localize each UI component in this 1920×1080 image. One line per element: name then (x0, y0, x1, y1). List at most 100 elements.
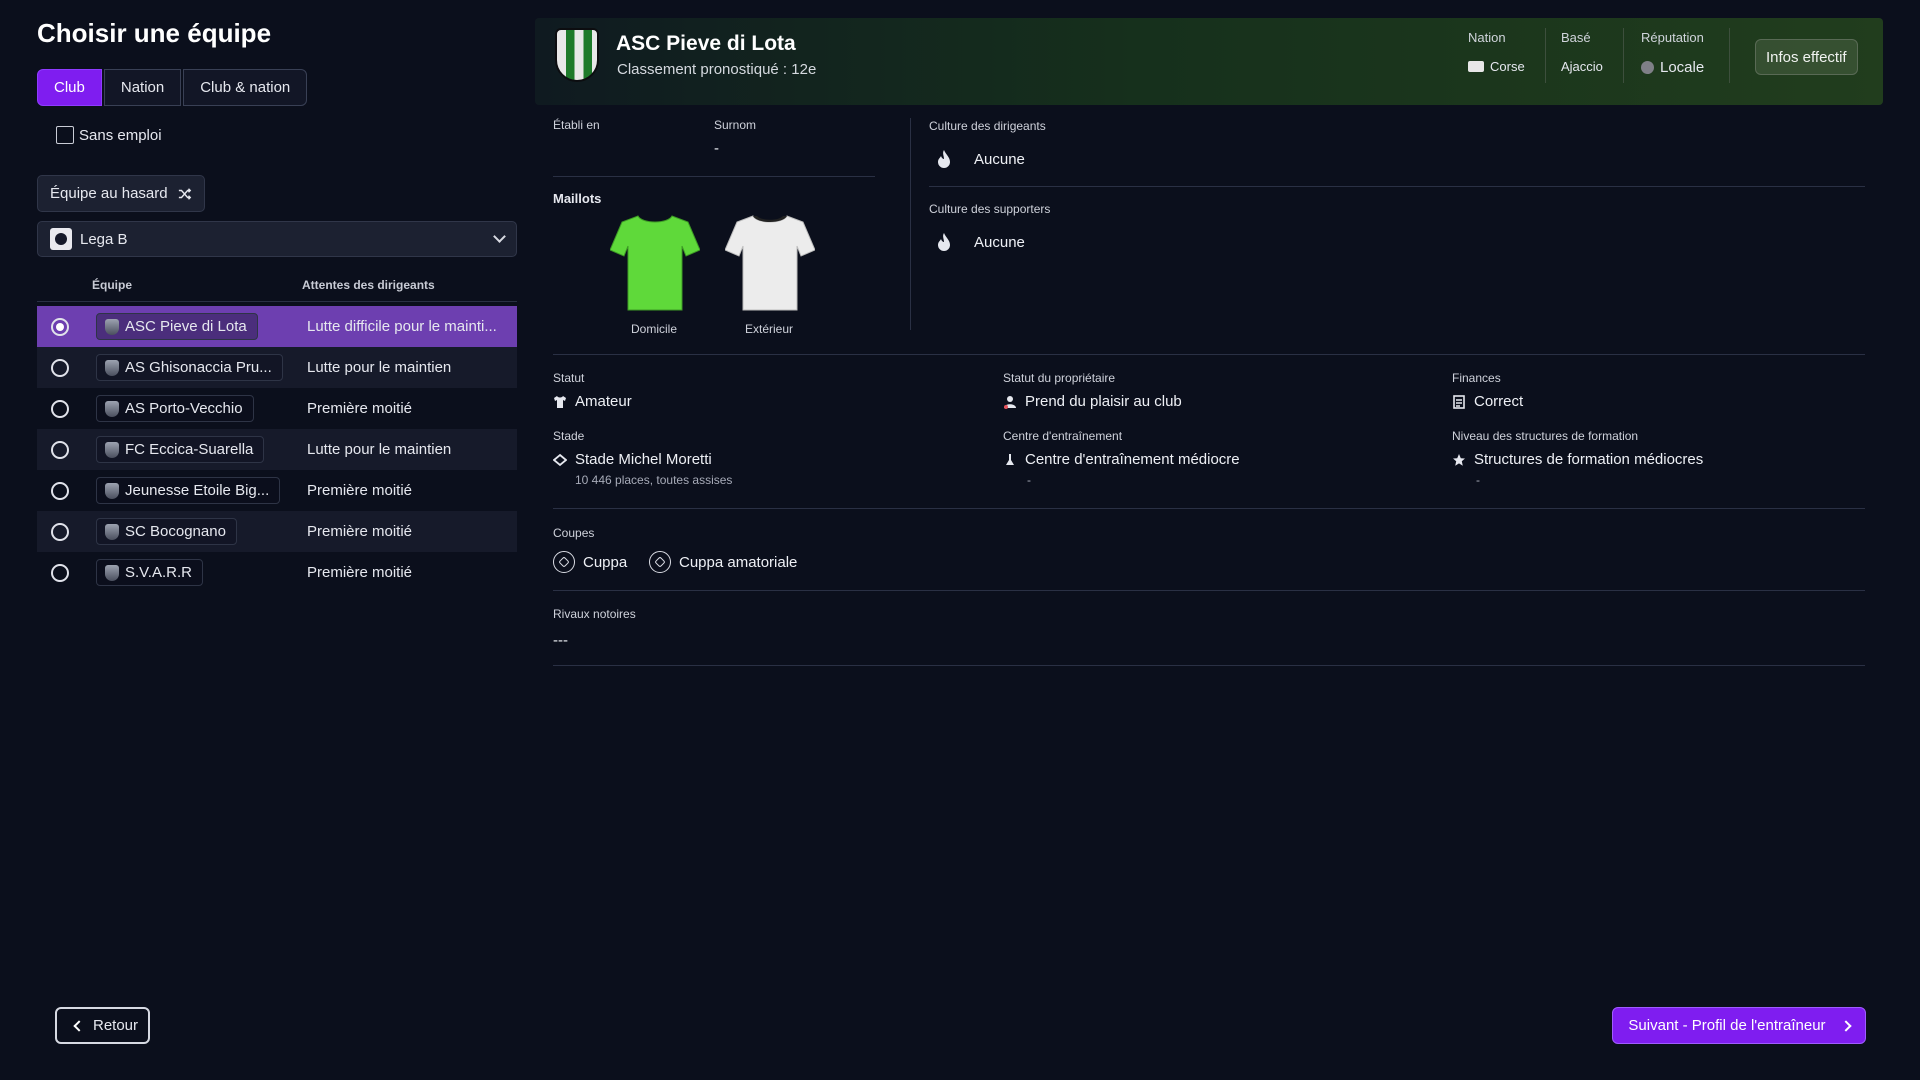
training-icon (1006, 453, 1014, 465)
cups-label: Coupes (553, 526, 595, 540)
team-chip[interactable]: SC Bocognano (96, 518, 237, 545)
fan-culture-label: Culture des supporters (929, 202, 1051, 216)
team-radio[interactable] (51, 522, 69, 541)
team-chip[interactable]: FC Eccica-Suarella (96, 436, 265, 463)
trophy-icon (649, 551, 671, 573)
rivals-label: Rivaux notoires (553, 607, 636, 621)
team-radio[interactable] (51, 563, 69, 582)
person-icon (1004, 395, 1016, 409)
divider (553, 665, 1865, 666)
club-crest-icon (555, 28, 599, 82)
team-chip[interactable]: AS Ghisonaccia Pru... (96, 354, 283, 381)
random-team-button[interactable]: Équipe au hasard (37, 175, 205, 212)
team-chip[interactable]: ASC Pieve di Lota (96, 313, 258, 340)
team-name: Jeunesse Etoile Big... (125, 482, 270, 499)
chevron-left-icon (73, 1019, 85, 1032)
finances-text: Correct (1474, 393, 1524, 410)
away-kit-label: Extérieur (745, 322, 794, 336)
divider (553, 176, 875, 177)
unemployed-option[interactable]: Sans emploi (56, 126, 162, 144)
trophy-icon (553, 551, 575, 573)
table-row[interactable]: Jeunesse Etoile Big... Première moitié (37, 470, 517, 511)
tab-club-and-nation[interactable]: Club & nation (183, 69, 308, 106)
next-label: Suivant - Profil de l'entraîneur (1628, 1017, 1826, 1034)
fan-culture-value: Aucune (936, 232, 1025, 252)
table-row[interactable]: AS Ghisonaccia Pru... Lutte pour le main… (37, 347, 517, 388)
home-kit-icon[interactable] (610, 212, 700, 312)
unemployed-checkbox[interactable] (56, 126, 74, 144)
table-row[interactable]: FC Eccica-Suarella Lutte pour le maintie… (37, 429, 517, 470)
team-list: ASC Pieve di Lota Lutte difficile pour l… (37, 306, 517, 593)
divider (910, 118, 911, 330)
next-coach-profile-button[interactable]: Suivant - Profil de l'entraîneur (1612, 1007, 1866, 1044)
chevron-right-icon (1839, 1019, 1852, 1032)
mode-tabs: Club Nation Club & nation (37, 69, 309, 106)
club-crest-icon (105, 359, 119, 376)
team-name: FC Eccica-Suarella (125, 441, 254, 458)
divider (553, 354, 1865, 355)
youth-text: Structures de formation médiocres (1474, 451, 1704, 468)
team-table-header: Équipe Attentes des dirigeants (37, 276, 517, 302)
board-expectation: Lutte difficile pour le mainti... (307, 318, 497, 335)
shirt-icon (554, 395, 566, 408)
status-value: Amateur (553, 393, 632, 410)
league-selected: Lega B (80, 230, 128, 248)
back-button[interactable]: Retour (55, 1007, 151, 1044)
stadium-value[interactable]: Stade Michel Moretti (553, 451, 712, 468)
cup-name: Cuppa amatoriale (679, 553, 798, 571)
reputation-label: Réputation (1641, 30, 1704, 45)
owner-status-label: Statut du propriétaire (1003, 371, 1116, 385)
team-chip[interactable]: AS Porto-Vecchio (96, 395, 254, 422)
nickname-label: Surnom (714, 118, 757, 132)
team-name: SC Bocognano (125, 523, 226, 540)
column-expectation[interactable]: Attentes des dirigeants (302, 278, 435, 292)
training-sub: - (1027, 473, 1031, 487)
board-expectation: Première moitié (307, 400, 413, 417)
board-culture-value: Aucune (936, 149, 1025, 169)
club-name: ASC Pieve di Lota (616, 32, 796, 55)
board-expectation: Première moitié (307, 564, 413, 581)
team-radio[interactable] (51, 481, 69, 500)
youth-value: Structures de formation médiocres (1452, 451, 1703, 468)
team-radio[interactable] (51, 440, 69, 459)
table-row[interactable]: AS Porto-Vecchio Première moitié (37, 388, 517, 429)
tab-nation[interactable]: Nation (103, 69, 182, 106)
shuffle-icon (178, 187, 191, 200)
divider (553, 508, 1865, 509)
owner-status-value: Prend du plaisir au club (1003, 393, 1182, 410)
flame-icon (938, 150, 950, 168)
based-meta: Basé Ajaccio (1561, 30, 1603, 74)
team-radio[interactable] (51, 399, 69, 418)
stadium-capacity: 10 446 places, toutes assises (575, 473, 733, 487)
rivals-value: --- (553, 632, 568, 649)
based-value: Ajaccio (1561, 59, 1603, 74)
cup-item[interactable]: Cuppa amatoriale (649, 551, 797, 573)
based-label: Basé (1561, 30, 1591, 45)
away-kit-icon[interactable] (725, 212, 815, 312)
column-team[interactable]: Équipe (92, 278, 132, 292)
cup-item[interactable]: Cuppa (553, 551, 627, 573)
nation-meta: Nation Corse (1468, 30, 1525, 74)
table-row[interactable]: ASC Pieve di Lota Lutte difficile pour l… (37, 306, 517, 347)
reputation-meta: Réputation Locale (1641, 30, 1704, 76)
nickname-value: - (714, 140, 719, 157)
team-chip[interactable]: S.V.A.R.R (96, 559, 203, 586)
board-culture-label: Culture des dirigeants (929, 119, 1046, 133)
table-row[interactable]: SC Bocognano Première moitié (37, 511, 517, 552)
nation-value[interactable]: Corse (1468, 59, 1525, 74)
team-chip[interactable]: Jeunesse Etoile Big... (96, 477, 281, 504)
random-team-label: Équipe au hasard (50, 185, 168, 202)
squad-info-button[interactable]: Infos effectif (1755, 39, 1858, 75)
team-radio[interactable] (51, 358, 69, 377)
club-crest-icon (105, 441, 119, 458)
nation-name: Corse (1490, 59, 1525, 74)
table-row[interactable]: S.V.A.R.R Première moitié (37, 552, 517, 593)
unemployed-label: Sans emploi (79, 126, 162, 144)
owner-status-text: Prend du plaisir au club (1025, 393, 1182, 410)
team-radio[interactable] (51, 317, 69, 336)
tab-club[interactable]: Club (37, 69, 102, 106)
divider (1545, 28, 1546, 83)
league-dropdown[interactable]: Lega B (37, 221, 517, 257)
stadium-text: Stade Michel Moretti (575, 451, 712, 468)
club-crest-icon (105, 318, 119, 335)
